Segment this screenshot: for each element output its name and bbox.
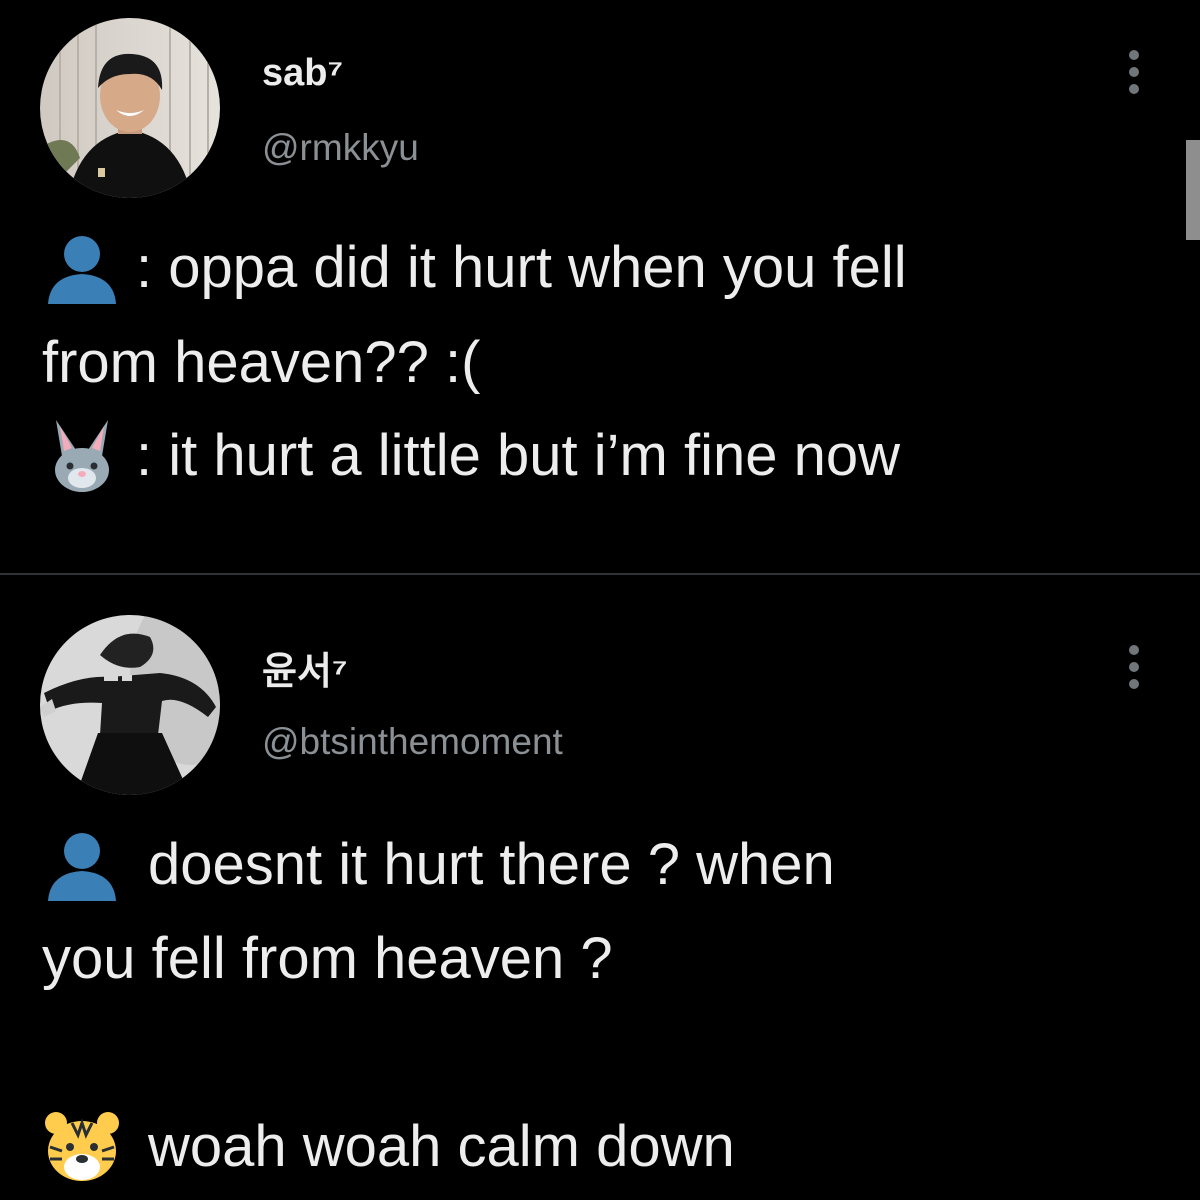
- tweet-text-line: doesnt it hurt there ? when: [42, 825, 835, 905]
- tweet-text: from heaven?? :(: [42, 330, 481, 395]
- tweet-text-line: you fell from heaven ?: [42, 930, 613, 988]
- tweet-text-line: from heaven?? :(: [42, 334, 480, 392]
- display-name[interactable]: 윤서⁷: [262, 640, 348, 695]
- more-options-button[interactable]: [1120, 641, 1148, 693]
- user-handle[interactable]: @btsinthemoment: [262, 721, 563, 763]
- avatar[interactable]: [40, 18, 220, 198]
- bust-in-silhouette-icon: [42, 825, 122, 905]
- tweet-text: you fell from heaven ?: [42, 926, 613, 991]
- bust-in-silhouette-icon: [42, 228, 122, 308]
- tweet-text: : oppa did it hurt when you fell: [136, 235, 907, 300]
- tweet-text: : it hurt a little but i’m fine now: [136, 423, 900, 488]
- tweet-text-line: : it hurt a little but i’m fine now: [42, 416, 900, 496]
- user-handle[interactable]: @rmkkyu: [262, 127, 419, 169]
- more-vertical-icon: [1129, 50, 1139, 60]
- tweet-text: woah woah calm down: [148, 1114, 735, 1179]
- tweet-text: doesnt it hurt there ? when: [148, 832, 835, 897]
- tweet-text-line: woah woah calm down: [42, 1107, 735, 1187]
- tweet[interactable]: 윤서⁷ @btsinthemoment doesnt it hurt there…: [0, 575, 1200, 1200]
- tiger-face-icon: [42, 1107, 122, 1187]
- more-options-button[interactable]: [1120, 46, 1148, 98]
- avatar[interactable]: [40, 615, 220, 795]
- more-vertical-icon: [1129, 645, 1139, 655]
- display-name[interactable]: sab⁷: [262, 52, 343, 95]
- tweet[interactable]: sab⁷ @rmkkyu : oppa did it hurt when you…: [0, 0, 1200, 574]
- tweet-text-line: : oppa did it hurt when you fell: [42, 228, 907, 308]
- rabbit-face-icon: [42, 416, 122, 496]
